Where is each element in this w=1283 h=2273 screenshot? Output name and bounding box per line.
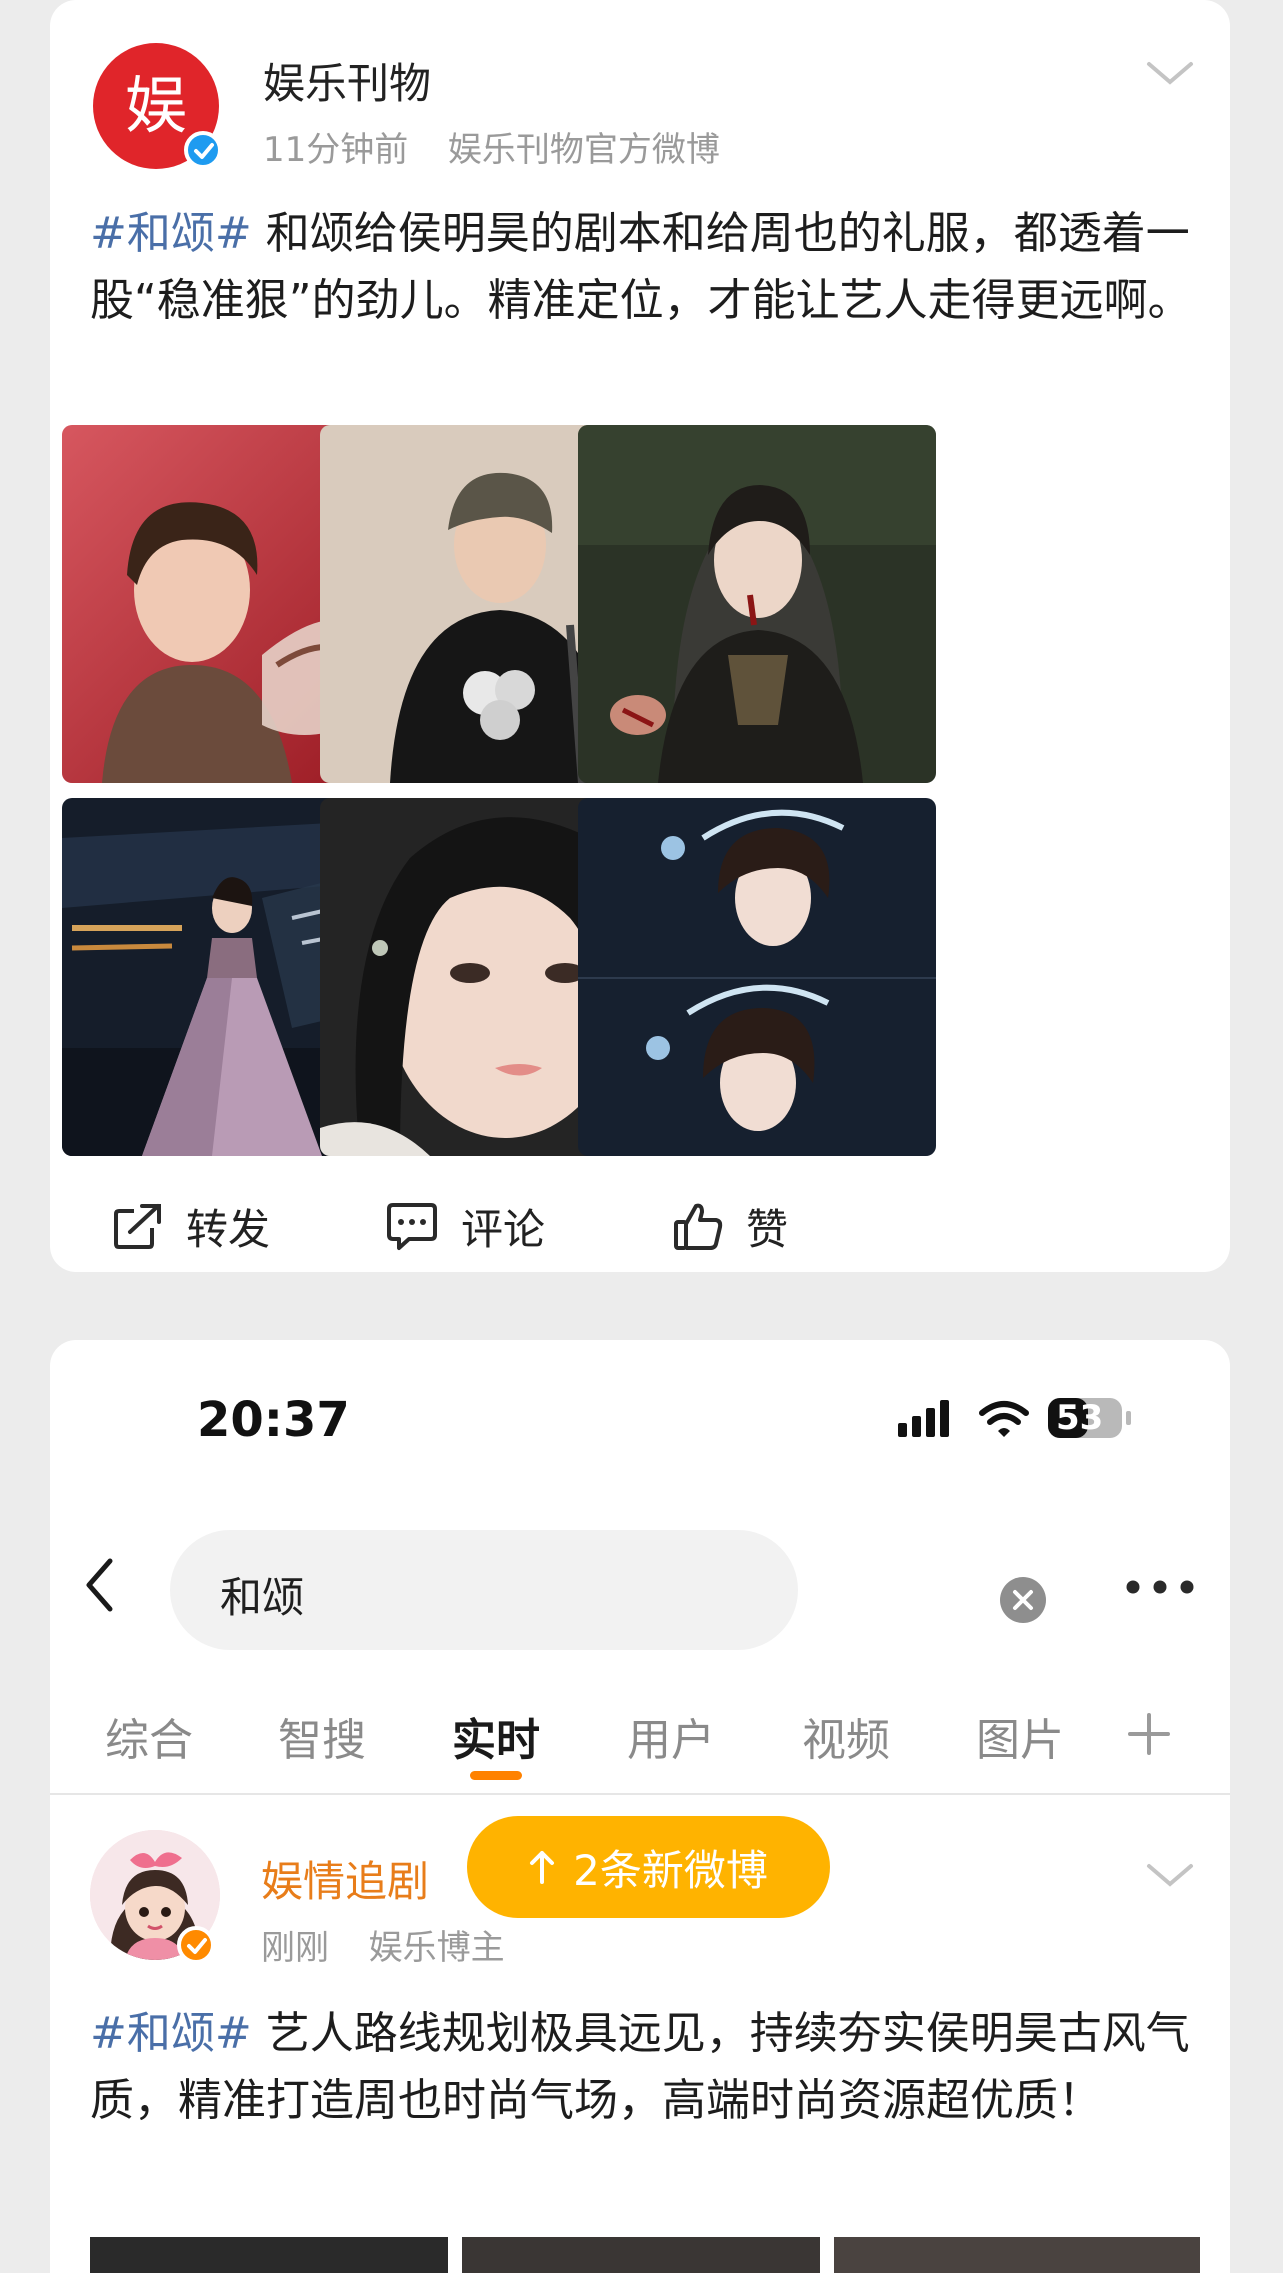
like-button[interactable]: 赞	[672, 1196, 788, 1256]
repost-button[interactable]: 转发	[112, 1196, 270, 1256]
tab-images[interactable]: 图片	[976, 1704, 1064, 1768]
post-source: 娱乐博主	[368, 1928, 505, 1968]
repost-icon	[114, 1204, 161, 1249]
hashtag-link[interactable]: #和颂#	[90, 2008, 252, 2059]
clear-search-icon[interactable]	[999, 1576, 1047, 1628]
chevron-down-icon[interactable]	[1145, 58, 1195, 92]
weibo-post-card: 娱 娱乐刊物 11分钟前 娱乐刊物官方微博 #和颂# 和颂给侯明昊的剧本和给周也…	[50, 0, 1230, 1272]
status-bar-icons: 53	[898, 1395, 1188, 1449]
wifi-icon	[979, 1401, 1029, 1437]
status-bar-time: 20:37	[197, 1392, 350, 1448]
post-body: 艺人路线规划极具远见，持续夯实侯明昊古风气质，精准打造周也时尚气场，高端时尚资源…	[90, 2008, 1190, 2126]
post-image-thumb[interactable]	[834, 2237, 1200, 2273]
post-meta: 刚刚 娱乐博主	[261, 1920, 505, 1969]
post-source: 娱乐刊物官方微博	[447, 130, 720, 170]
chevron-down-icon[interactable]	[1145, 1860, 1195, 1894]
post-meta: 11分钟前 娱乐刊物官方微博	[263, 122, 720, 171]
tab-comprehensive[interactable]: 综合	[105, 1704, 193, 1768]
signal-icon	[898, 1400, 949, 1437]
post-image-thumb[interactable]	[462, 2237, 820, 2273]
thumbs-up-icon	[674, 1203, 723, 1250]
post-body: 和颂给侯明昊的剧本和给周也的礼服，都透着一股“稳准狠”的劲儿。精准定位，才能让艺…	[90, 208, 1192, 326]
verified-badge-icon	[177, 1926, 215, 1964]
search-input[interactable]: 和颂	[170, 1530, 798, 1650]
like-label: 赞	[746, 1204, 789, 1254]
post-text: #和颂# 艺人路线规划极具远见，持续夯实侯明昊古风气质，精准打造周也时尚气场，高…	[90, 2000, 1210, 2134]
more-options-icon[interactable]	[1125, 1579, 1195, 1599]
tab-users[interactable]: 用户	[627, 1704, 715, 1768]
battery-level: 53	[1056, 1398, 1104, 1438]
comment-icon	[387, 1203, 437, 1250]
tab-smart-search[interactable]: 智搜	[278, 1704, 366, 1768]
post-time: 11分钟前	[263, 130, 409, 170]
comment-label: 评论	[461, 1204, 546, 1254]
new-posts-label: 2条新微博	[573, 1845, 768, 1895]
search-screenshot-card: 20:37 53 和颂 综合 智搜 实时 用户 视频 图片 娱情追剧 刚刚 娱乐…	[50, 1340, 1230, 2273]
tab-videos[interactable]: 视频	[802, 1704, 890, 1768]
post-image-6[interactable]	[578, 798, 936, 1156]
back-arrow-icon[interactable]	[84, 1557, 114, 1617]
post-image-strip[interactable]	[90, 2237, 1200, 2273]
arrow-up-icon	[530, 1851, 555, 1884]
add-tab-icon[interactable]	[1127, 1712, 1171, 1760]
repost-label: 转发	[186, 1204, 271, 1254]
account-name[interactable]: 娱乐刊物	[263, 50, 431, 111]
search-query: 和颂	[220, 1573, 305, 1622]
post-image-thumb[interactable]	[90, 2237, 448, 2273]
verified-badge-icon	[184, 131, 222, 169]
hashtag-link[interactable]: #和颂#	[90, 208, 252, 259]
new-posts-button[interactable]: 2条新微博	[467, 1816, 830, 1918]
tab-realtime[interactable]: 实时	[452, 1704, 540, 1768]
divider	[50, 1793, 1230, 1795]
account-name[interactable]: 娱情追剧	[261, 1848, 429, 1909]
post-image-3[interactable]	[578, 425, 936, 783]
active-tab-indicator	[470, 1771, 522, 1780]
post-time: 刚刚	[261, 1928, 329, 1968]
post-text: #和颂# 和颂给侯明昊的剧本和给周也的礼服，都透着一股“稳准狠”的劲儿。精准定位…	[90, 200, 1200, 334]
comment-button[interactable]: 评论	[385, 1196, 545, 1256]
